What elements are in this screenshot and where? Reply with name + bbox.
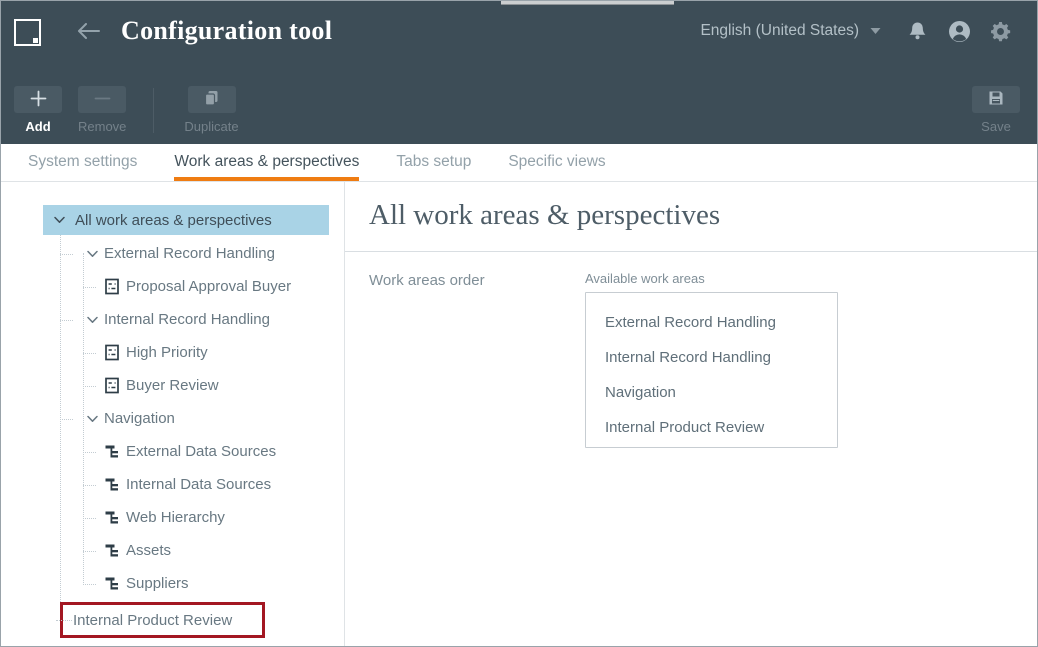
chevron-down-icon [86,250,99,258]
available-work-area-internal-product-review[interactable]: Internal Product Review [605,410,837,445]
tree-item-internal-data-sources[interactable]: Internal Data Sources [43,468,329,501]
remove-button-label: Remove [78,119,126,134]
tree-item-internal-product-review[interactable]: Internal Product Review [43,601,329,639]
available-work-area-internal-record-handling[interactable]: Internal Record Handling [605,340,837,375]
caret-down-icon [870,27,881,35]
tree-item-buyer-review[interactable]: Buyer Review [43,369,329,402]
save-icon [988,90,1004,109]
app-header: Configuration tool English (United State… [1,1,1037,61]
save-button-label: Save [981,119,1011,134]
app-title: Configuration tool [121,16,332,46]
tab-label: System settings [28,153,137,171]
toolbar-separator [153,88,154,133]
tree-item-external-record-handling[interactable]: External Record Handling [43,237,329,270]
annotation-highlight-box: Internal Product Review [60,602,265,638]
tree-item-all-work-areas-perspectives[interactable]: All work areas & perspectives [43,205,329,235]
perspective-icon [104,377,120,394]
hierarchy-icon [104,444,120,459]
window-edge-artifact [501,1,674,5]
perspective-icon [104,278,120,295]
duplicate-button[interactable] [188,86,236,113]
add-button[interactable] [14,86,62,113]
minus-icon [94,90,111,110]
tree-item-label: All work areas & perspectives [75,212,272,229]
chevron-down-icon [86,316,99,324]
hierarchy-icon [104,510,120,525]
back-arrow-icon[interactable] [77,23,100,39]
tree-item-label: Internal Data Sources [126,476,271,493]
tab-label: Work areas & perspectives [174,153,359,171]
bell-icon[interactable] [908,21,927,41]
navigation-sidebar: All work areas & perspectives External R… [1,182,345,647]
detail-panel: All work areas & perspectives Work areas… [345,182,1037,647]
duplicate-button-group: Duplicate [184,86,238,134]
tree-item-label: High Priority [126,344,208,361]
tree-item-label: External Record Handling [104,245,275,262]
chevron-down-icon [53,216,66,224]
tab-tabs-setup[interactable]: Tabs setup [396,144,471,181]
tree-item-high-priority[interactable]: High Priority [43,336,329,369]
perspective-icon [104,344,120,361]
tab-bar: System settings Work areas & perspectives… [1,144,1037,182]
tab-system-settings[interactable]: System settings [28,144,137,181]
tree-item-label: Navigation [104,410,175,427]
tree-item-label: External Data Sources [126,443,276,460]
remove-button-group: Remove [78,86,126,134]
available-work-area-external-record-handling[interactable]: External Record Handling [605,305,837,340]
toolbar: Add Remove Duplicate Save [1,61,1037,134]
chevron-down-icon [86,415,99,423]
tree-item-label: Internal Record Handling [104,311,270,328]
save-button-group: Save [972,86,1020,134]
app-logo-icon [14,19,41,46]
language-selector[interactable]: English (United States) [700,22,881,40]
plus-icon [30,90,47,110]
tree-item-label: Internal Product Review [73,612,232,629]
tree-item-navigation[interactable]: Navigation [43,402,329,435]
save-button[interactable] [972,86,1020,113]
page-title: All work areas & perspectives [369,195,1037,235]
tree-item-label: Suppliers [126,575,189,592]
content-body: All work areas & perspectives External R… [1,182,1037,647]
language-selector-value: English (United States) [700,22,859,40]
available-work-areas-list[interactable]: External Record HandlingInternal Record … [585,292,838,448]
tree-item-label: Web Hierarchy [126,509,225,526]
gear-icon[interactable] [990,21,1011,42]
hierarchy-icon [104,543,120,558]
tab-specific-views[interactable]: Specific views [508,144,605,181]
tab-label: Tabs setup [396,153,471,171]
work-areas-tree: All work areas & perspectives External R… [43,205,329,639]
add-button-group: Add [14,86,62,134]
tree-item-internal-record-handling[interactable]: Internal Record Handling [43,303,329,336]
tab-label: Specific views [508,153,605,171]
tree-item-label: Buyer Review [126,377,219,394]
tree-item-web-hierarchy[interactable]: Web Hierarchy [43,501,329,534]
user-icon[interactable] [948,20,971,43]
tree-item-assets[interactable]: Assets [43,534,329,567]
tree-item-proposal-approval-buyer[interactable]: Proposal Approval Buyer [43,270,329,303]
configuration-tool-window: Configuration tool English (United State… [0,0,1038,647]
tree-item-label: Assets [126,542,171,559]
tree-item-external-data-sources[interactable]: External Data Sources [43,435,329,468]
hierarchy-icon [104,477,120,492]
available-work-areas-label: Available work areas [585,271,838,286]
add-button-label: Add [25,119,50,134]
available-work-area-navigation[interactable]: Navigation [605,375,837,410]
work-areas-order-label: Work areas order [369,271,585,448]
tree-item-label: Proposal Approval Buyer [126,278,291,295]
hierarchy-icon [104,576,120,591]
tree-item-suppliers[interactable]: Suppliers [43,567,329,600]
detail-header: All work areas & perspectives [345,182,1037,235]
tab-work-areas-perspectives[interactable]: Work areas & perspectives [174,144,359,181]
app-chrome: Configuration tool English (United State… [1,1,1037,144]
duplicate-icon [204,90,219,109]
duplicate-button-label: Duplicate [184,119,238,134]
remove-button[interactable] [78,86,126,113]
